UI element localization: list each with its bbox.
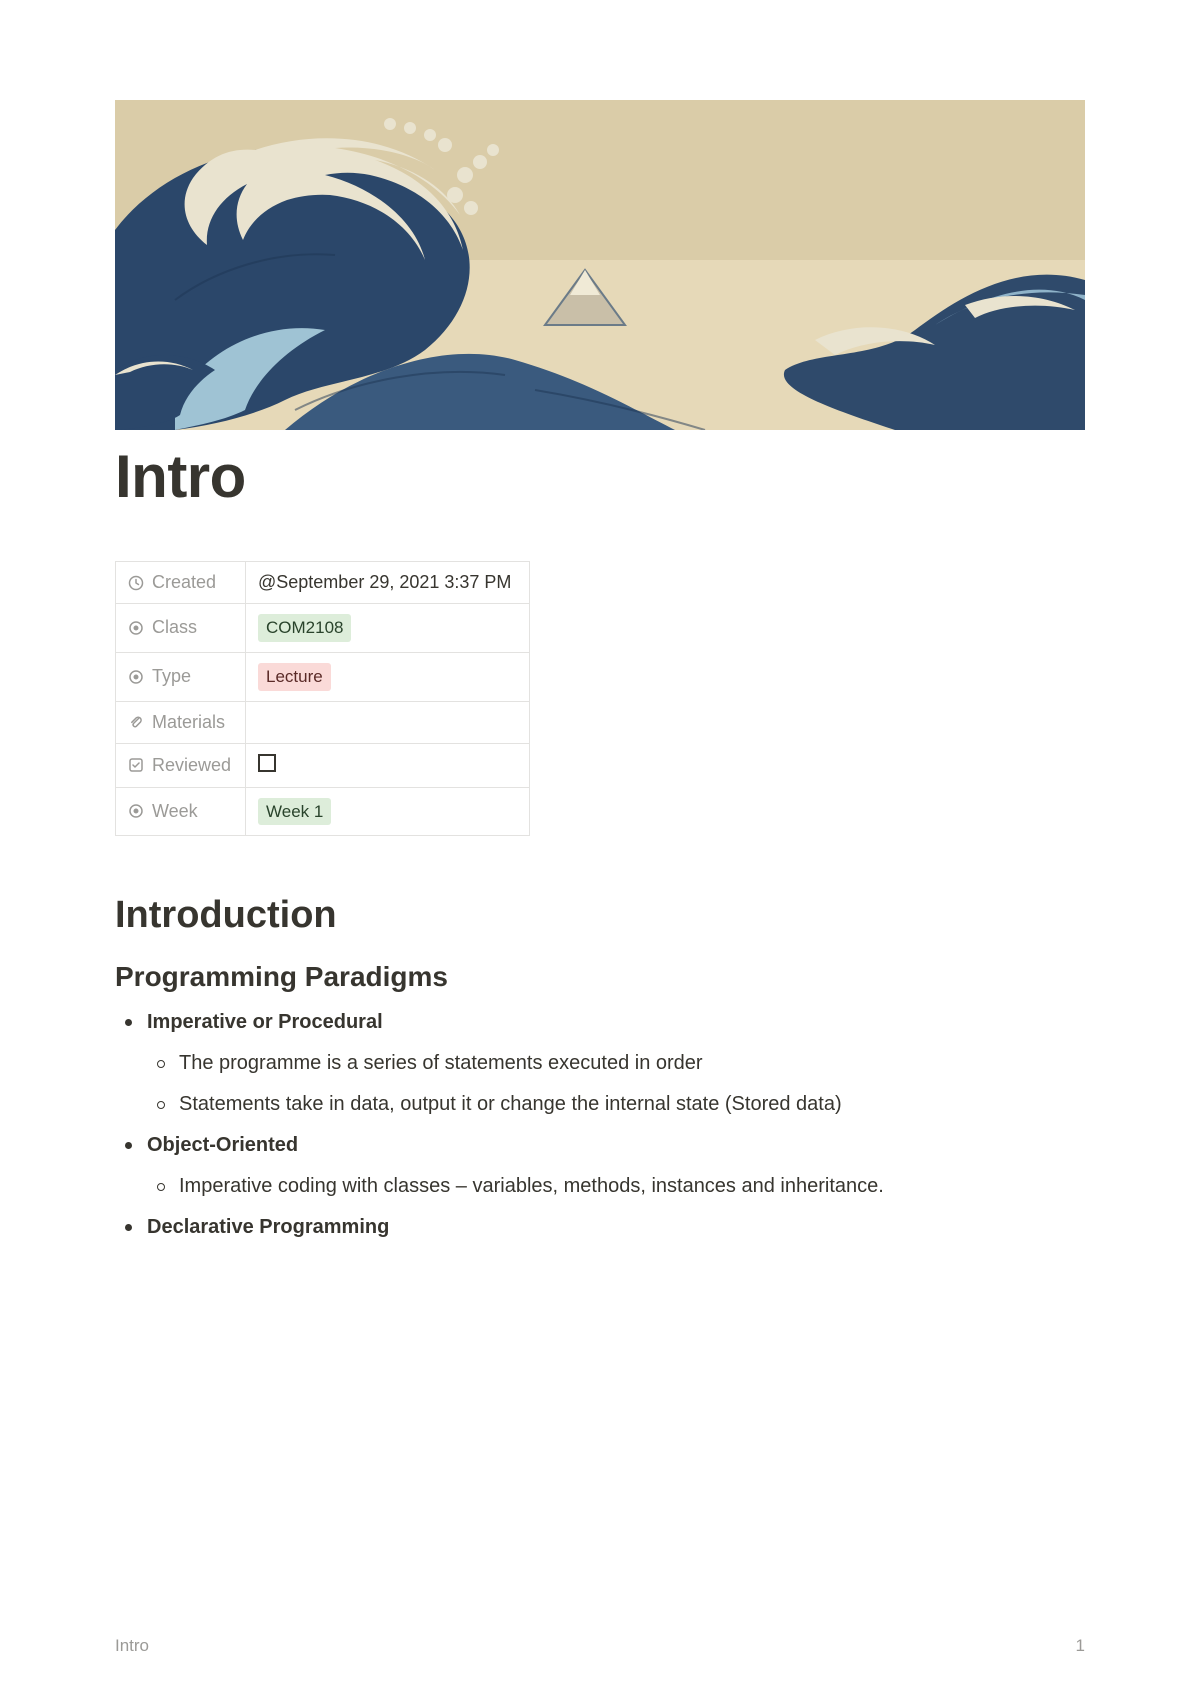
property-row: Reviewed [116,743,530,787]
list-item-title: Object-Oriented [147,1134,298,1156]
target-icon [128,803,144,819]
property-label: Class [152,617,197,638]
property-label: Created [152,572,216,593]
heading-introduction: Introduction [115,894,1085,937]
property-label: Reviewed [152,755,231,776]
heading-programming-paradigms: Programming Paradigms [115,961,1085,993]
sub-list-item: Statements take in data, output it or ch… [147,1089,1085,1120]
list-item: Object-Oriented Imperative coding with cl… [115,1130,1085,1202]
sub-list: The programme is a series of statements … [147,1048,1085,1120]
property-value-cell [246,701,530,743]
property-tag: Week 1 [258,798,331,826]
property-value-cell: Week 1 [246,787,530,836]
reviewed-checkbox[interactable] [258,754,276,772]
list-item: Declarative Programming [115,1212,1085,1243]
list-item-title: Declarative Programming [147,1216,389,1238]
properties-table: Created@September 29, 2021 3:37 PMClassC… [115,561,530,836]
target-icon [128,620,144,636]
paperclip-icon [128,714,144,730]
page-title: Intro [115,442,1085,511]
clock-icon [128,575,144,591]
property-value-cell: COM2108 [246,604,530,653]
document-page: Intro Created @September 29, 2021 3:37 PM… [0,0,1200,1243]
property-label: Type [152,666,191,687]
footer-title: Intro [115,1636,149,1656]
target-icon [128,669,144,685]
footer-page-number: 1 [1076,1636,1085,1656]
property-label-cell: Reviewed [116,743,246,787]
cover-image [115,100,1085,430]
property-label-cell: Week [116,787,246,836]
property-value-cell: Lecture [246,652,530,701]
sub-list-item: The programme is a series of statements … [147,1048,1085,1079]
checkbox-icon [128,757,144,773]
list-item-title: Imperative or Procedural [147,1011,383,1033]
property-label-cell: Type [116,652,246,701]
property-tag: COM2108 [258,614,351,642]
property-label: Materials [152,712,225,733]
property-label-cell: Created [116,562,246,604]
property-row: Created @September 29, 2021 3:37 PM [116,562,530,604]
bullet-list: Imperative or Procedural The programme is… [115,1007,1085,1243]
page-footer: Intro 1 [115,1636,1085,1656]
property-value: @September 29, 2021 3:37 PM [258,572,511,592]
cover-svg [115,100,1085,430]
property-row: Week Week 1 [116,787,530,836]
property-label-cell: Materials [116,701,246,743]
list-item: Imperative or Procedural The programme is… [115,1007,1085,1120]
property-row: Class COM2108 [116,604,530,653]
property-value-cell: @September 29, 2021 3:37 PM [246,562,530,604]
property-row: Materials [116,701,530,743]
property-value-cell [246,743,530,787]
sub-list-item: Imperative coding with classes – variabl… [147,1171,1085,1202]
property-tag: Lecture [258,663,331,691]
sub-list: Imperative coding with classes – variabl… [147,1171,1085,1202]
property-row: Type Lecture [116,652,530,701]
property-label-cell: Class [116,604,246,653]
property-label: Week [152,801,198,822]
